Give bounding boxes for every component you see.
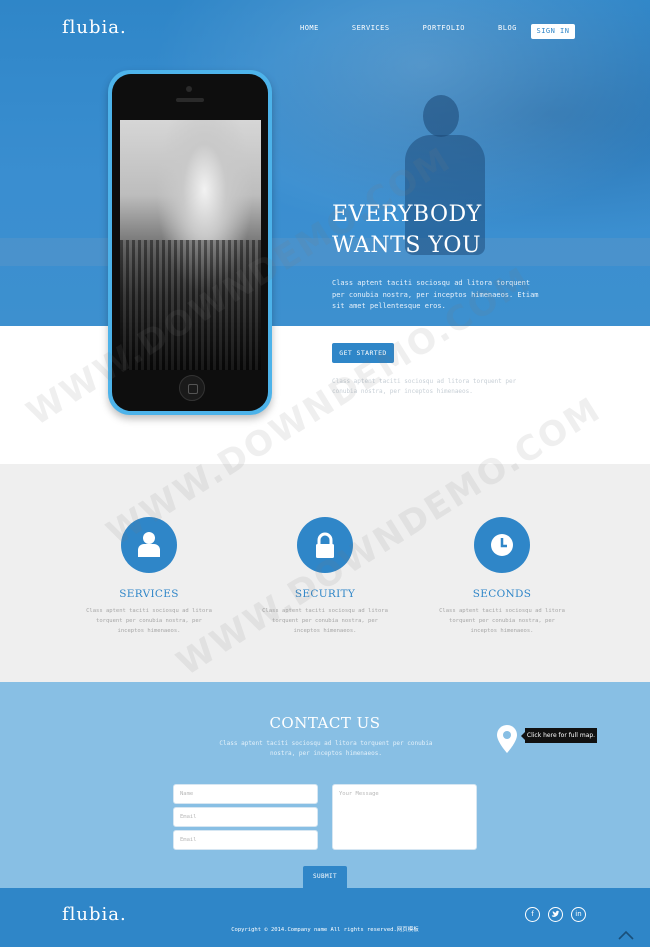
hero-background (0, 0, 650, 326)
feature-services: SERVICES Class aptent taciti sociosqu ad… (84, 517, 214, 636)
footer-logo[interactable]: flubia. (62, 904, 127, 925)
hero-text: Class aptent taciti sociosqu ad litora t… (332, 279, 539, 310)
home-button-icon (179, 375, 205, 401)
hero-railing (0, 238, 650, 266)
facebook-icon[interactable]: f (525, 907, 540, 922)
feature-text: Class aptent taciti sociosqu ad litora t… (439, 608, 565, 634)
nav-portfolio[interactable]: PORTFOLIO (423, 24, 465, 32)
feature-text: Class aptent taciti sociosqu ad litora t… (262, 608, 388, 634)
main-nav: HOME SERVICES PORTFOLIO BLOG (300, 24, 550, 32)
feature-title: SECONDS (472, 588, 532, 600)
phone-field[interactable]: Email (173, 830, 318, 850)
phone-screen-image (120, 120, 261, 370)
contact-section: CONTACT US Class aptent taciti sociosqu … (0, 682, 650, 888)
contact-text: Class aptent taciti sociosqu ad litora t… (219, 740, 433, 757)
linkedin-icon[interactable]: in (571, 907, 586, 922)
email-field[interactable]: Email (173, 807, 318, 827)
message-field[interactable]: Your Message (332, 784, 477, 850)
feature-title: SERVICES (119, 588, 179, 600)
submit-button[interactable]: SUBMIT (303, 866, 347, 888)
feature-text: Class aptent taciti sociosqu ad litora t… (86, 608, 212, 634)
get-started-button[interactable]: GET STARTED (332, 343, 394, 363)
hero-title-line-2: WANTS YOU (332, 233, 481, 258)
lock-icon (297, 517, 353, 573)
user-icon (121, 517, 177, 573)
cta-subtext: Class aptent taciti sociosqu ad litora t… (332, 378, 517, 395)
nav-home[interactable]: HOME (300, 24, 319, 32)
feature-seconds: SECONDS Class aptent taciti sociosqu ad … (437, 517, 567, 636)
speaker-grille (176, 98, 204, 102)
phone-mockup (108, 70, 272, 415)
nav-blog[interactable]: BLOG (498, 24, 517, 32)
hero-title-line-1: EVERYBODY (332, 202, 482, 227)
name-field[interactable]: Name (173, 784, 318, 804)
feature-title: SECURITY (294, 588, 356, 600)
feature-security: SECURITY Class aptent taciti sociosqu ad… (260, 517, 390, 636)
scroll-to-top-icon[interactable] (617, 926, 635, 940)
nav-services[interactable]: SERVICES (352, 24, 390, 32)
hero-section (0, 0, 650, 326)
hero-title: EVERYBODY WANTS YOU (332, 199, 482, 261)
features-section: SERVICES Class aptent taciti sociosqu ad… (0, 464, 650, 682)
camera-icon (186, 86, 192, 92)
twitter-icon[interactable] (548, 907, 563, 922)
map-pin-icon[interactable] (496, 724, 518, 754)
map-tooltip[interactable]: Click here for full map. (521, 728, 597, 743)
logo[interactable]: flubia. (62, 17, 127, 38)
copyright-text: Copyright © 2014.Company name All rights… (231, 927, 419, 933)
clock-icon (474, 517, 530, 573)
city-skyline (120, 240, 261, 370)
footer: flubia. Copyright © 2014.Company name Al… (0, 888, 650, 947)
sign-in-button[interactable]: SIGN IN (531, 24, 575, 39)
